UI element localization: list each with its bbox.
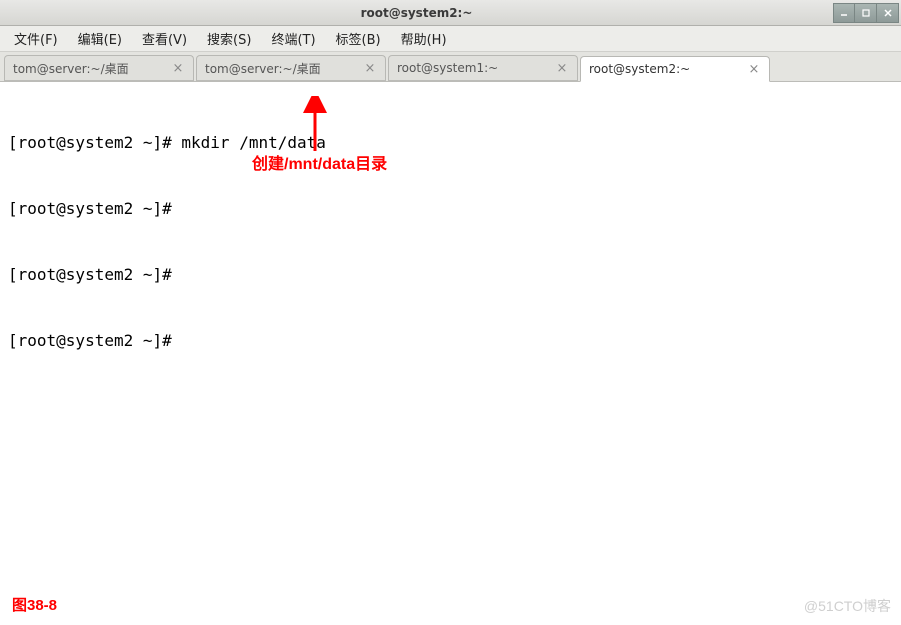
close-icon[interactable]: × — [171, 61, 185, 75]
terminal-line: [root@system2 ~]# — [8, 330, 893, 352]
minimize-button[interactable] — [833, 3, 855, 23]
annotation-text: 创建/mnt/data目录 — [252, 154, 387, 176]
menu-view[interactable]: 查看(V) — [134, 26, 195, 51]
close-icon[interactable]: × — [555, 61, 569, 75]
window-titlebar: root@system2:~ — [0, 0, 901, 26]
close-button[interactable] — [877, 3, 899, 23]
terminal-view[interactable]: [root@system2 ~]# mkdir /mnt/data [root@… — [0, 82, 901, 625]
close-icon[interactable]: × — [363, 61, 377, 75]
menu-file[interactable]: 文件(F) — [6, 26, 66, 51]
menubar: 文件(F) 编辑(E) 查看(V) 搜索(S) 终端(T) 标签(B) 帮助(H… — [0, 26, 901, 52]
tab-2[interactable]: root@system1:~ × — [388, 55, 578, 81]
tab-label: root@system2:~ — [589, 62, 741, 76]
tab-label: tom@server:~/桌面 — [13, 60, 165, 77]
watermark: @51CTO博客 — [804, 595, 891, 617]
terminal-line: [root@system2 ~]# — [8, 198, 893, 220]
window-controls — [833, 3, 899, 23]
window-title: root@system2:~ — [0, 6, 833, 20]
menu-tabs[interactable]: 标签(B) — [328, 26, 389, 51]
tab-1[interactable]: tom@server:~/桌面 × — [196, 55, 386, 81]
tabbar: tom@server:~/桌面 × tom@server:~/桌面 × root… — [0, 52, 901, 82]
maximize-button[interactable] — [855, 3, 877, 23]
tab-0[interactable]: tom@server:~/桌面 × — [4, 55, 194, 81]
terminal-line: [root@system2 ~]# mkdir /mnt/data — [8, 132, 893, 154]
tab-label: tom@server:~/桌面 — [205, 60, 357, 77]
terminal-line: [root@system2 ~]# — [8, 264, 893, 286]
menu-search[interactable]: 搜索(S) — [199, 26, 259, 51]
annotation-arrow-icon — [295, 96, 335, 166]
close-icon[interactable]: × — [747, 62, 761, 76]
menu-terminal[interactable]: 终端(T) — [263, 26, 323, 51]
figure-label: 图38-8 — [12, 595, 57, 617]
tab-label: root@system1:~ — [397, 61, 549, 75]
menu-help[interactable]: 帮助(H) — [393, 26, 455, 51]
menu-edit[interactable]: 编辑(E) — [70, 26, 130, 51]
tab-3[interactable]: root@system2:~ × — [580, 56, 770, 82]
